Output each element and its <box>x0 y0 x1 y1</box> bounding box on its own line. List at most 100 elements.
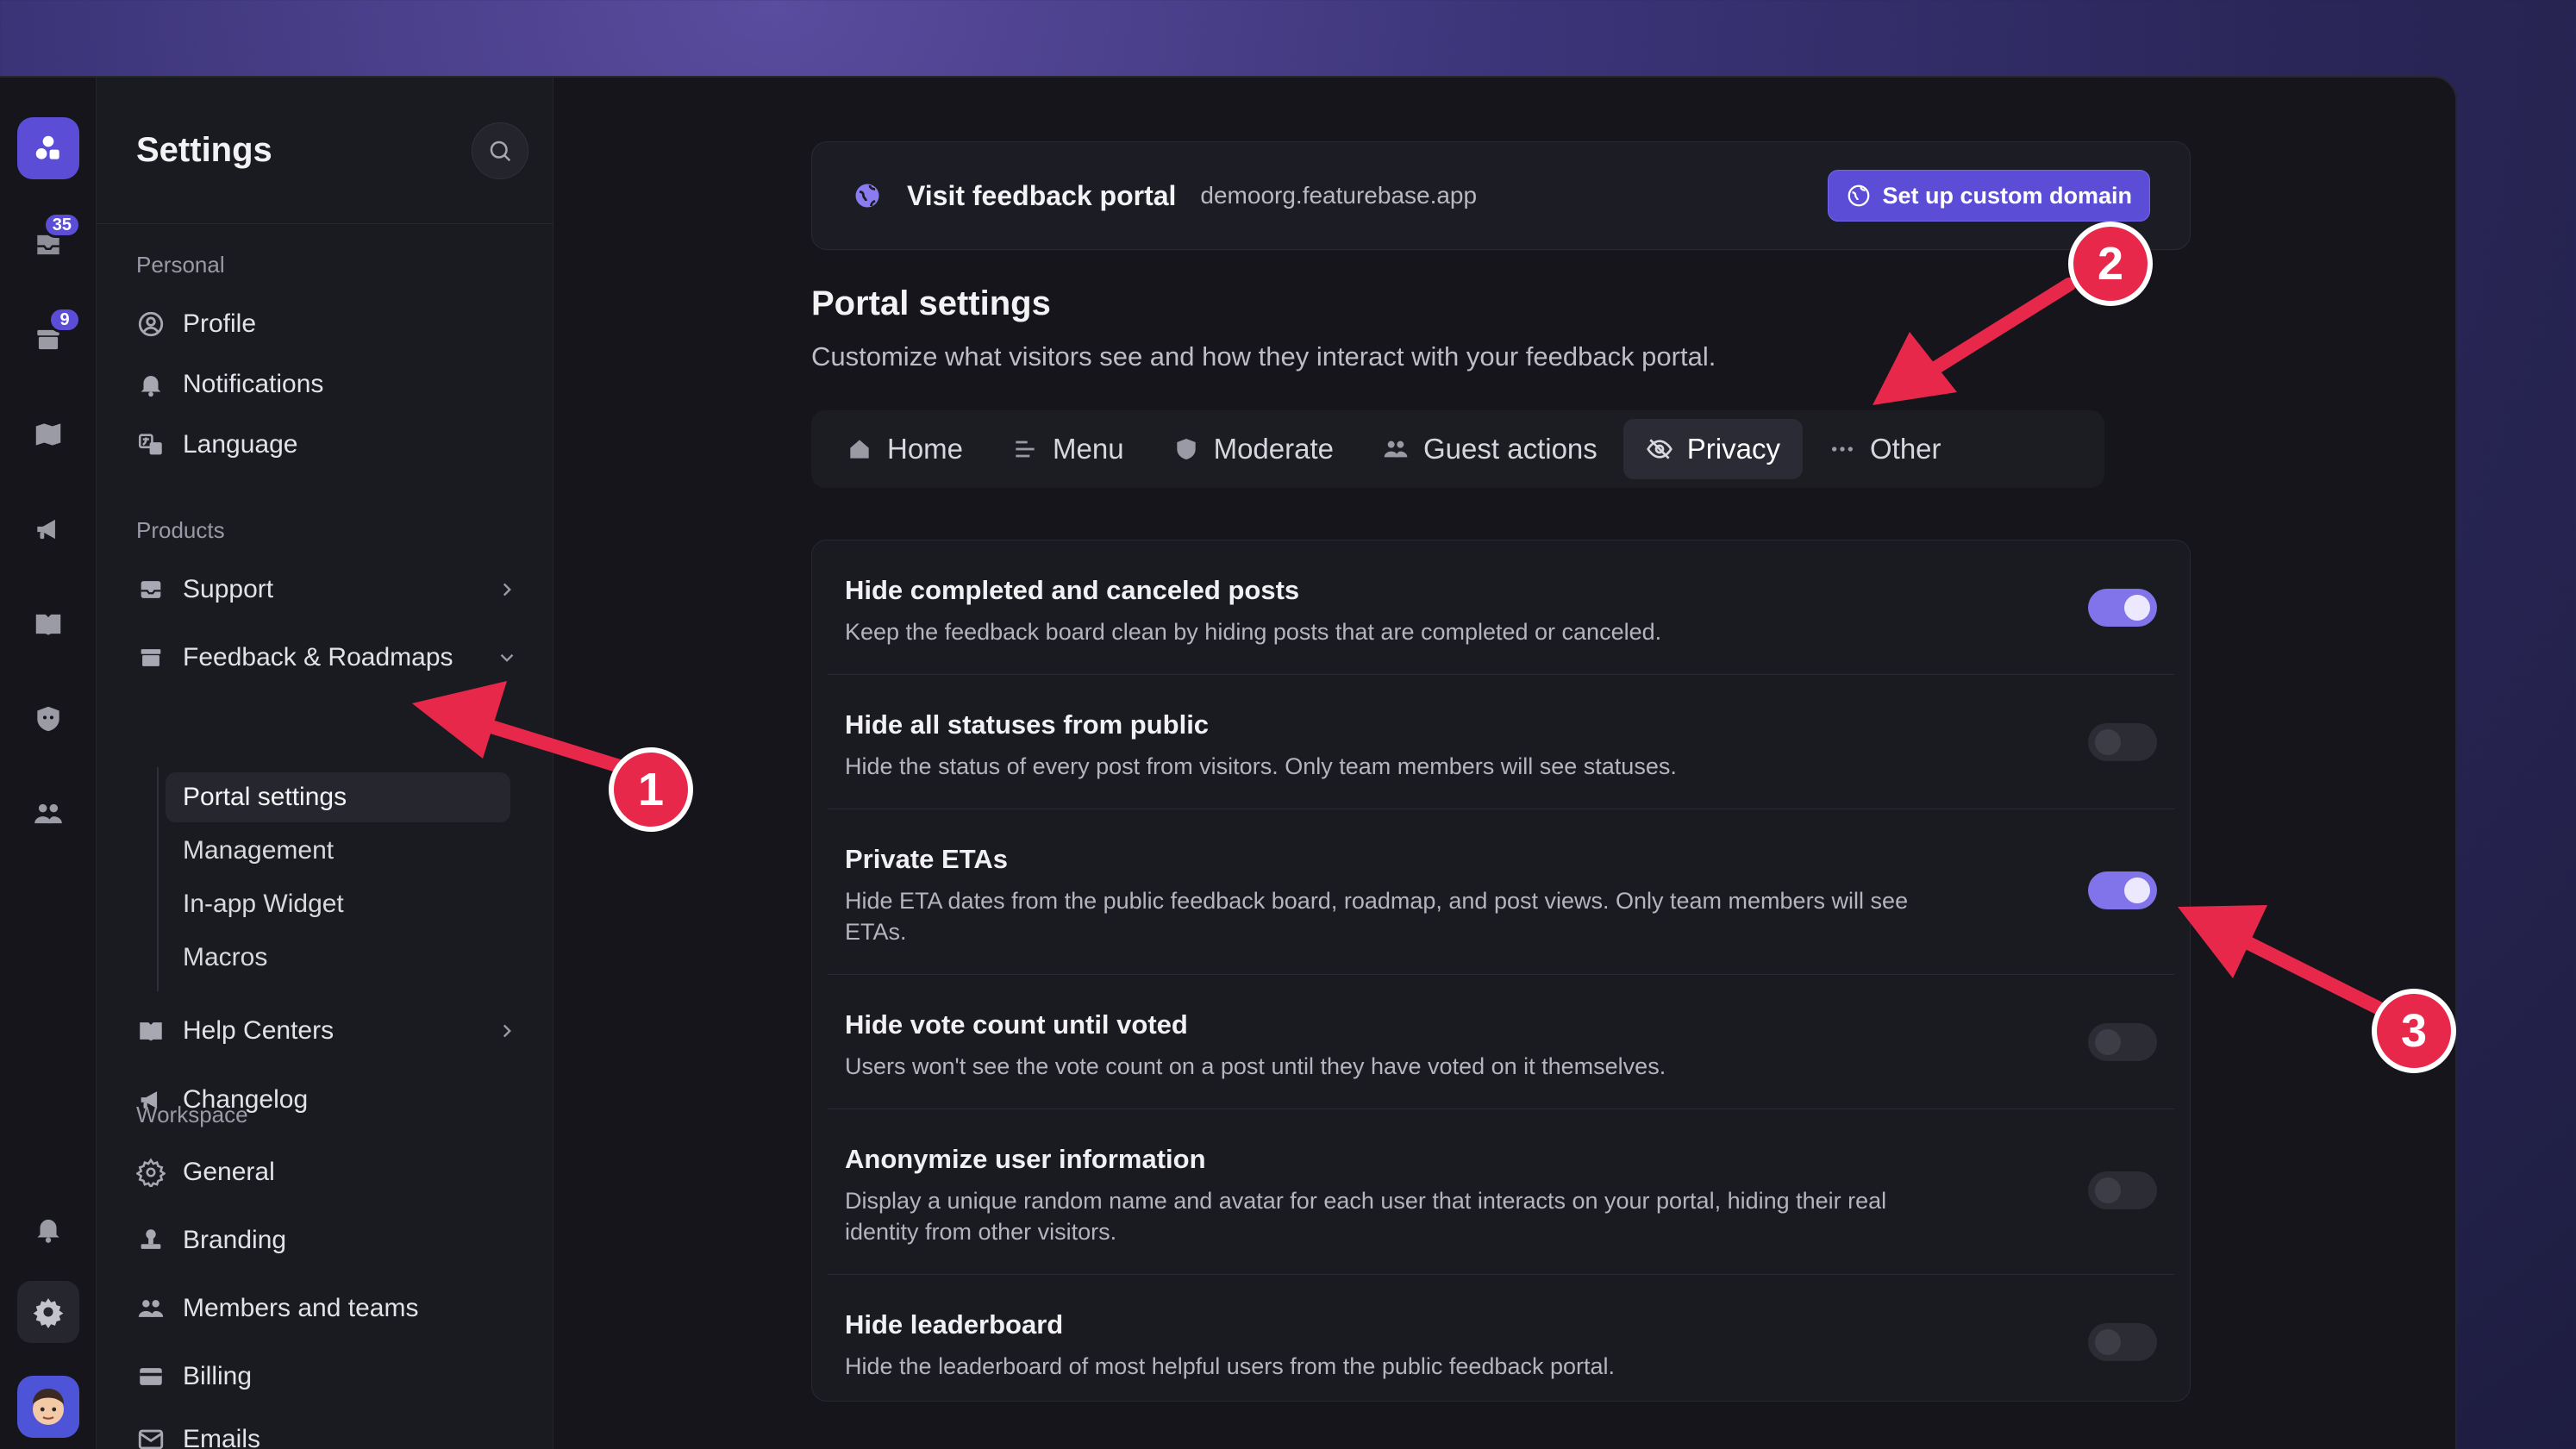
search-button[interactable] <box>472 122 528 179</box>
setting-row-hide-votes: Hide vote count until voted Users won't … <box>828 975 2174 1109</box>
users-icon[interactable] <box>17 783 79 845</box>
tab-guest-actions[interactable]: Guest actions <box>1360 419 1620 479</box>
sidebar-subitem-portal-settings[interactable]: Portal settings <box>166 772 510 822</box>
custom-domain-button[interactable]: Set up custom domain <box>1828 170 2150 222</box>
sidebar-item-label: General <box>183 1158 275 1186</box>
sidebar-item-label: Emails <box>183 1425 261 1449</box>
tab-menu[interactable]: Menu <box>989 419 1147 479</box>
page-subtitle: Customize what visitors see and how they… <box>811 341 1716 372</box>
setting-description: Display a unique random name and avatar … <box>845 1188 1887 1245</box>
book-icon[interactable] <box>17 593 79 655</box>
mail-icon <box>138 1429 164 1449</box>
toggle-knob <box>2095 1177 2121 1203</box>
archive-icon <box>141 649 161 666</box>
section-label-workspace: Workspace <box>136 1102 248 1127</box>
chevron-right-icon <box>503 1024 511 1038</box>
page-title: Portal settings <box>811 284 1051 322</box>
toggle-knob <box>2095 1029 2121 1055</box>
sidebar-item-help-centers[interactable]: Help Centers <box>136 1005 518 1057</box>
map-icon[interactable] <box>17 403 79 465</box>
setting-title: Hide leaderboard <box>845 1309 1064 1340</box>
sidebar-item-branding[interactable]: Branding <box>136 1215 518 1266</box>
toggle-anonymize[interactable] <box>2088 1171 2157 1209</box>
tab-label: Menu <box>1053 433 1124 465</box>
sidebar-item-label: Profile <box>183 309 257 338</box>
settings-tabs: Home Menu Moderate Guest actions Privacy… <box>811 410 2104 488</box>
setting-title: Private ETAs <box>845 844 1008 874</box>
toggle-knob <box>2095 1329 2121 1355</box>
setting-row-hide-completed: Hide completed and canceled posts Keep t… <box>828 540 2174 675</box>
avatar[interactable] <box>17 1376 79 1438</box>
tab-label: Privacy <box>1686 433 1780 465</box>
sidebar-item-label: Help Centers <box>183 1016 335 1045</box>
users-icon <box>1384 440 1408 458</box>
sidebar-item-label: Language <box>183 430 298 459</box>
megaphone-icon[interactable] <box>17 498 79 560</box>
privacy-settings-card: Hide completed and canceled posts Keep t… <box>811 540 2191 1402</box>
inbox-badge: 35 <box>42 212 81 238</box>
sidebar-item-label: Feedback & Roadmaps <box>183 643 453 671</box>
setting-description: Hide the leaderboard of most helpful use… <box>845 1353 1616 1379</box>
sidebar-item-notifications[interactable]: Notifications <box>136 359 518 410</box>
shield-icon <box>1176 439 1196 459</box>
sidebar-subitem-widget[interactable]: In-app Widget <box>166 879 510 929</box>
tab-privacy[interactable]: Privacy <box>1623 419 1803 479</box>
toggle-hide-leaderboard[interactable] <box>2088 1323 2157 1361</box>
toggle-knob <box>2124 595 2150 621</box>
sidebar-item-label: Members and teams <box>183 1294 419 1322</box>
logo-icon[interactable] <box>17 117 79 179</box>
toggle-knob <box>2124 878 2150 903</box>
bell-icon <box>141 376 161 397</box>
toggle-hide-statuses[interactable] <box>2088 723 2157 761</box>
more-horizontal-icon <box>1831 447 1853 452</box>
setting-description: Hide the status of every post from visit… <box>845 753 1677 779</box>
setting-title: Hide all statuses from public <box>845 709 1210 740</box>
tab-label: Other <box>1869 433 1941 465</box>
setting-row-hide-leaderboard: Hide leaderboard Hide the leaderboard of… <box>828 1275 2174 1401</box>
app-window: 35 9 Settings Personal Profile Notificat… <box>0 76 2457 1449</box>
sidebar-item-emails[interactable]: Emails <box>136 1414 518 1449</box>
archive-icon[interactable]: 9 <box>17 307 81 371</box>
toggle-hide-votes[interactable] <box>2088 1023 2157 1061</box>
chevron-right-icon <box>503 583 511 596</box>
section-label-personal: Personal <box>136 252 225 278</box>
sidebar-item-label: Support <box>183 575 274 603</box>
tab-other[interactable]: Other <box>1806 419 1964 479</box>
setting-row-anonymize: Anonymize user information Display a uni… <box>828 1109 2174 1275</box>
eye-off-icon <box>1646 439 1673 459</box>
setting-title: Hide vote count until voted <box>845 1009 1188 1040</box>
sidebar-item-language[interactable]: Language <box>136 419 518 471</box>
sidebar-item-general[interactable]: General <box>136 1146 518 1198</box>
portal-link[interactable]: Visit feedback portal <box>907 180 1176 212</box>
portal-link-card: Visit feedback portal demoorg.featurebas… <box>811 141 2191 250</box>
sidebar-subitem-macros[interactable]: Macros <box>166 933 510 983</box>
sidebar-item-profile[interactable]: Profile <box>136 298 518 350</box>
bell-icon[interactable] <box>17 1198 79 1260</box>
menu-icon <box>1016 440 1035 458</box>
toggle-knob <box>2095 729 2121 755</box>
sidebar-subitem-management[interactable]: Management <box>166 826 510 876</box>
inbox-icon[interactable]: 35 <box>17 212 81 276</box>
globe-icon <box>855 184 879 208</box>
setting-title: Anonymize user information <box>845 1144 1206 1174</box>
settings-sidebar: Settings Personal Profile Notifications … <box>97 78 553 1449</box>
sidebar-subitem-label: Portal settings <box>183 783 347 811</box>
gear-icon[interactable] <box>17 1281 79 1343</box>
sidebar-item-billing[interactable]: Billing <box>136 1351 518 1402</box>
icon-rail: 35 9 <box>0 78 97 1449</box>
bot-icon[interactable] <box>17 688 79 750</box>
sidebar-item-members[interactable]: Members and teams <box>136 1283 518 1334</box>
translate-icon <box>138 434 162 455</box>
setting-row-hide-statuses: Hide all statuses from public Hide the s… <box>828 675 2174 809</box>
sidebar-item-feedback[interactable]: Feedback & Roadmaps <box>136 632 518 684</box>
tab-label: Moderate <box>1213 433 1335 465</box>
tab-moderate[interactable]: Moderate <box>1150 419 1356 479</box>
sidebar-title: Settings <box>136 131 272 169</box>
sidebar-item-support[interactable]: Support <box>136 564 518 615</box>
tab-home[interactable]: Home <box>823 419 985 479</box>
portal-url[interactable]: demoorg.featurebase.app <box>1200 182 1477 209</box>
tab-label: Guest actions <box>1423 433 1597 465</box>
toggle-private-etas[interactable] <box>2088 871 2157 909</box>
sidebar-subitem-label: Management <box>183 836 335 865</box>
toggle-hide-completed[interactable] <box>2088 589 2157 627</box>
